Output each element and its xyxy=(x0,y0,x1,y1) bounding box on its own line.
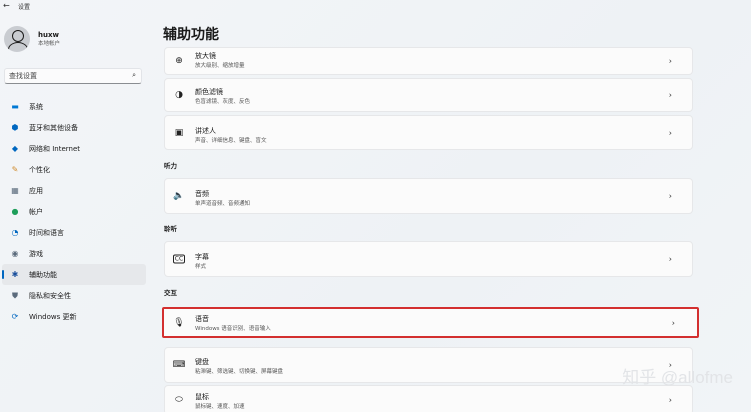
sidebar: huxw 本地帐户 查找设置 ⌕ ▬ 系统 ⬢ 蓝牙和其他设备 ◆ 网络和 Interne… xyxy=(0,12,150,412)
sidebar-item-gaming[interactable]: ◉ 游戏 xyxy=(2,243,146,264)
apps-icon: ▦ xyxy=(11,186,19,195)
card-subtitle: 粘滞键、筛选键、切换键、屏幕键盘 xyxy=(195,369,284,375)
card-subtitle: 色盲滤镜、灰度、反色 xyxy=(195,99,251,105)
card-title: 语音 xyxy=(195,315,209,323)
color-filters-icon: ◑ xyxy=(175,90,183,100)
windows-update-icon: ⟳ xyxy=(11,312,19,321)
user-profile[interactable]: huxw 本地帐户 xyxy=(4,26,60,52)
privacy-icon: ⛊ xyxy=(12,290,18,300)
card-subtitle: Windows 语音识别、语音输入 xyxy=(195,326,271,332)
card-title: 字幕 xyxy=(195,253,209,261)
keyboard-icon: ⌨ xyxy=(172,360,186,370)
sidebar-nav: ▬ 系统 ⬢ 蓝牙和其他设备 ◆ 网络和 Internet ✎ 个性化 ▦ 应用 ● 帐户 ◔ 时间和语言… xyxy=(0,96,146,327)
system-icon: ▬ xyxy=(11,102,19,111)
card-subtitle: 单声道音频、音频通知 xyxy=(195,201,251,207)
sidebar-item-apps[interactable]: ▦ 应用 xyxy=(2,180,146,201)
card-keyboard[interactable]: ⌨ 键盘 粘滞键、筛选键、切换键、屏幕键盘 › xyxy=(164,347,693,383)
chevron-right-icon: › xyxy=(668,90,672,100)
search-input[interactable]: 查找设置 ⌕ xyxy=(4,68,142,84)
card-title: 颜色滤镜 xyxy=(195,88,223,96)
personalization-icon: ✎ xyxy=(11,165,19,174)
page-title: 辅助功能 xyxy=(163,27,219,43)
card-subtitle: 声音、详细信息、键盘、盲文 xyxy=(195,138,267,144)
sidebar-item-label: 辅助功能 xyxy=(29,270,57,279)
sidebar-item-privacy[interactable]: ⛊ 隐私和安全性 xyxy=(2,285,146,306)
section-label-hearing: 听力 xyxy=(164,162,177,170)
card-subtitle: 鼠标键、速度、加速 xyxy=(195,404,245,410)
sidebar-item-bluetooth[interactable]: ⬢ 蓝牙和其他设备 xyxy=(2,117,146,138)
chevron-right-icon: › xyxy=(668,395,672,405)
card-audio[interactable]: 🔈 音频 单声道音频、音频通知 › xyxy=(164,178,693,214)
bluetooth-icon: ⬢ xyxy=(11,123,19,132)
search-icon[interactable]: ⌕ xyxy=(132,71,136,80)
card-title: 音频 xyxy=(195,190,209,198)
chevron-right-icon: › xyxy=(668,128,672,137)
narrator-icon: ▣ xyxy=(174,127,184,138)
mouse-icon: ⬭ xyxy=(175,395,183,405)
back-arrow-icon[interactable]: ← xyxy=(3,1,10,10)
sidebar-item-personalization[interactable]: ✎ 个性化 xyxy=(2,159,146,180)
user-name: huxw xyxy=(38,30,59,39)
section-label-interaction: 交互 xyxy=(164,289,177,297)
card-title: 讲述人 xyxy=(195,127,216,135)
chevron-right-icon: › xyxy=(668,254,672,264)
sidebar-item-windows-update[interactable]: ⟳ Windows 更新 xyxy=(2,306,146,327)
title-bar: ← 设置 xyxy=(0,0,751,12)
card-narrator[interactable]: ▣ 讲述人 声音、详细信息、键盘、盲文 › xyxy=(164,115,693,150)
card-magnifier[interactable]: ⊕ 放大镜 放大级别、缩放增量 › xyxy=(164,47,693,75)
account-type: 本地帐户 xyxy=(38,40,61,47)
chevron-right-icon: › xyxy=(668,191,672,201)
search-placeholder: 查找设置 xyxy=(9,72,37,80)
main-content: 辅助功能 ⊕ 放大镜 放大级别、缩放增量 › ◑ 颜色滤镜 色盲滤镜、灰度、反色… xyxy=(158,12,751,412)
card-title: 放大镜 xyxy=(195,52,216,60)
sidebar-item-accessibility[interactable]: ✱ 辅助功能 xyxy=(2,264,146,285)
card-subtitle: 样式 xyxy=(195,264,207,270)
watermark: 知乎 @allofme xyxy=(622,368,733,387)
avatar-icon xyxy=(4,26,30,52)
card-color-filters[interactable]: ◑ 颜色滤镜 色盲滤镜、灰度、反色 › xyxy=(164,78,693,112)
sidebar-item-accounts[interactable]: ● 帐户 xyxy=(2,201,146,222)
sidebar-item-label: 游戏 xyxy=(29,249,43,258)
chevron-right-icon: › xyxy=(671,318,675,327)
card-mouse[interactable]: ⬭ 鼠标 鼠标键、速度、加速 › xyxy=(164,385,693,412)
time-language-icon: ◔ xyxy=(11,228,19,237)
card-title: 鼠标 xyxy=(195,393,209,401)
card-captions[interactable]: CC 字幕 样式 › xyxy=(164,241,693,277)
sidebar-item-system[interactable]: ▬ 系统 xyxy=(2,96,146,117)
audio-icon: 🔈 xyxy=(173,191,185,201)
sidebar-item-label: 系统 xyxy=(29,102,43,111)
accounts-icon: ● xyxy=(11,207,19,216)
chevron-right-icon: › xyxy=(668,56,672,66)
sidebar-item-label: 网络和 Internet xyxy=(29,144,81,153)
sidebar-item-label: 隐私和安全性 xyxy=(29,291,71,300)
accessibility-icon: ✱ xyxy=(11,270,19,279)
captions-icon: CC xyxy=(173,254,185,264)
sidebar-item-time-language[interactable]: ◔ 时间和语言 xyxy=(2,222,146,243)
card-speech[interactable]: 🎙 语音 Windows 语音识别、语音输入 › xyxy=(162,307,699,338)
gaming-icon: ◉ xyxy=(11,249,19,258)
sidebar-item-network[interactable]: ◆ 网络和 Internet xyxy=(2,138,146,159)
sidebar-item-label: 蓝牙和其他设备 xyxy=(29,123,78,132)
magnifier-icon: ⊕ xyxy=(175,56,183,66)
window-title: 设置 xyxy=(18,4,31,11)
card-subtitle: 放大级别、缩放增量 xyxy=(195,63,245,69)
network-icon: ◆ xyxy=(11,144,19,153)
sidebar-item-label: 应用 xyxy=(29,186,43,195)
microphone-icon: 🎙 xyxy=(173,317,185,328)
card-title: 键盘 xyxy=(195,358,209,366)
sidebar-item-label: 个性化 xyxy=(29,165,50,174)
section-label-caption: 聆听 xyxy=(164,225,177,233)
sidebar-item-label: 帐户 xyxy=(29,207,43,216)
sidebar-item-label: 时间和语言 xyxy=(29,228,64,237)
sidebar-item-label: Windows 更新 xyxy=(29,312,77,321)
